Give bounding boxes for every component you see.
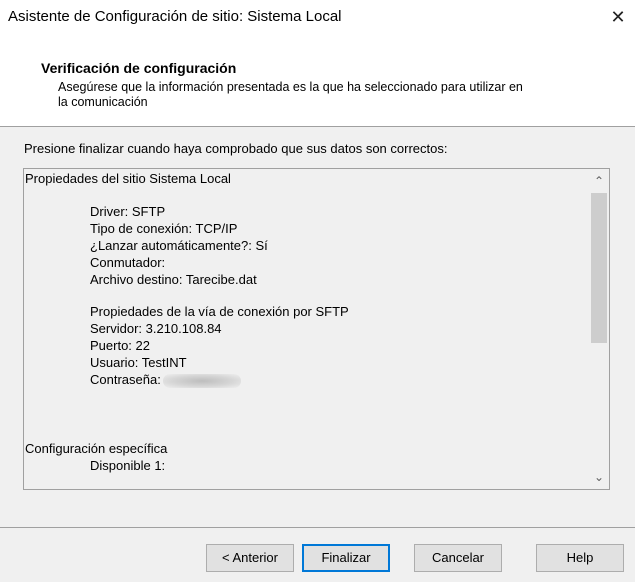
target-file-line: Archivo destino: Tarecibe.dat: [90, 272, 257, 287]
sftp-properties-line: Propiedades de la vía de conexión por SF…: [90, 304, 349, 319]
connection-type-line: Tipo de conexión: TCP/IP: [90, 221, 238, 236]
driver-line: Driver: SFTP: [90, 204, 166, 219]
instruction-label: Presione finalizar cuando haya comprobad…: [24, 141, 448, 156]
available-1-line: Disponible 1:: [90, 458, 166, 473]
scroll-up-icon[interactable]: ⌃: [589, 171, 609, 191]
window-title: Asistente de Configuración de sitio: Sis…: [8, 8, 342, 25]
title-bar: Asistente de Configuración de sitio: Sis…: [0, 0, 635, 34]
button-separator: [0, 527, 635, 528]
server-line: Servidor: 3.210.108.84: [90, 321, 222, 336]
close-icon[interactable]: ✕: [605, 4, 631, 30]
switch-line: Conmutador:: [90, 255, 166, 270]
step-subtitle: Asegúrese que la información presentada …: [58, 80, 523, 109]
scroll-thumb[interactable]: [591, 193, 607, 343]
help-button[interactable]: Help: [536, 544, 624, 572]
user-line: Usuario: TestINT: [90, 355, 187, 370]
password-label: Contraseña:: [90, 372, 161, 387]
back-button[interactable]: < Anterior: [206, 544, 294, 572]
scroll-down-icon[interactable]: ⌄: [589, 467, 609, 487]
redacted-password: [162, 373, 241, 388]
step-title: Verificación de configuración: [41, 60, 237, 76]
port-line: Puerto: 22: [90, 338, 150, 353]
finish-button[interactable]: Finalizar: [302, 544, 390, 572]
specific-config-heading: Configuración específica: [25, 441, 168, 456]
autolaunch-line: ¿Lanzar automáticamente?: Sí: [90, 238, 268, 253]
wizard-header: Verificación de configuración Asegúrese …: [0, 34, 635, 127]
summary-textbox[interactable]: Propiedades del sitio Sistema Local Driv…: [23, 168, 610, 490]
cancel-button[interactable]: Cancelar: [414, 544, 502, 572]
site-properties-heading: Propiedades del sitio Sistema Local: [25, 171, 231, 186]
password-line: Contraseña:: [90, 372, 241, 388]
vertical-scrollbar[interactable]: ⌃ ⌄: [589, 169, 609, 489]
